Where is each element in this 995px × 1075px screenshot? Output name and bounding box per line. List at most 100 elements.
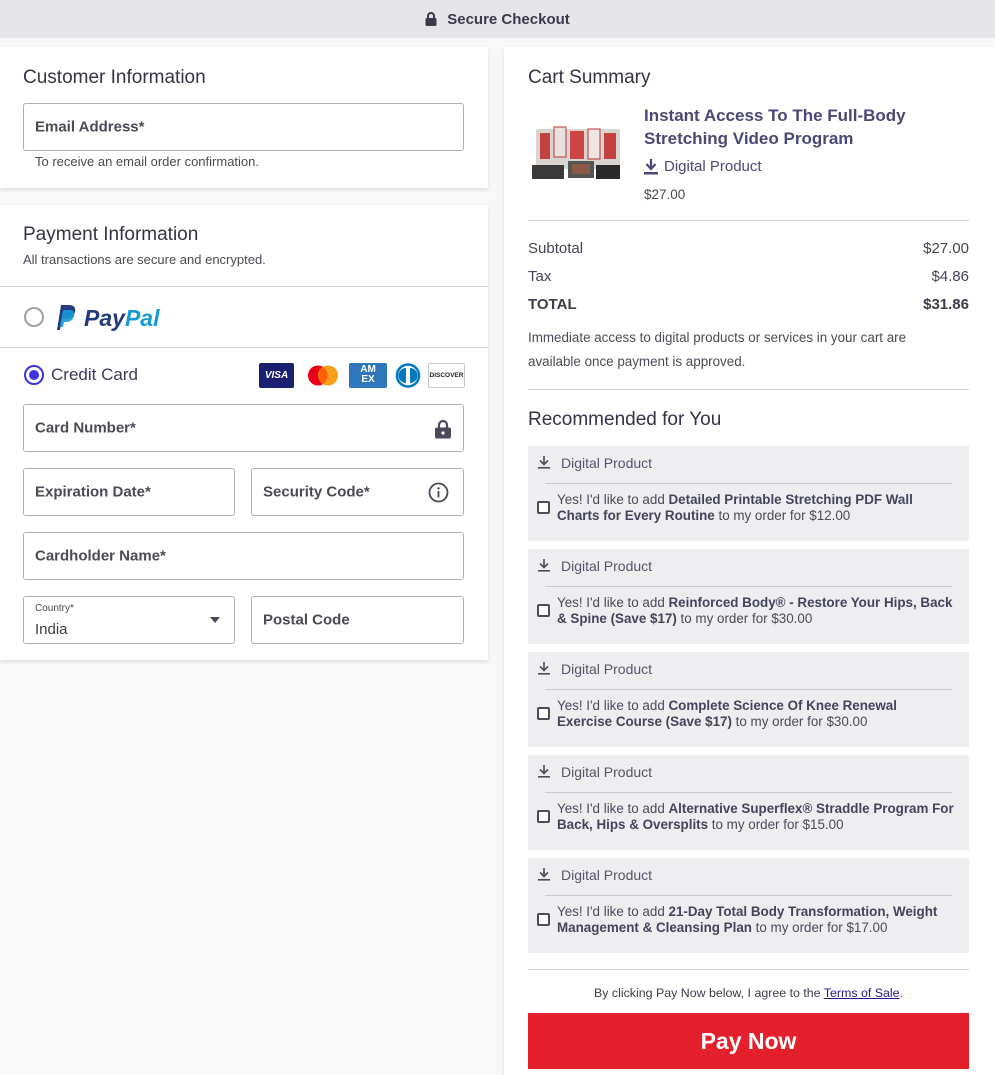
credit-card-radio[interactable] xyxy=(24,365,44,385)
recommendation-tag: Digital Product xyxy=(561,867,653,883)
recommendation-checkbox[interactable] xyxy=(537,604,550,617)
recommendation-prefix: Yes! I'd like to add xyxy=(557,698,669,713)
credit-card-label[interactable]: Credit Card xyxy=(51,365,138,385)
recommendation-suffix: to my order for $12.00 xyxy=(714,508,851,523)
recommendation-prefix: Yes! I'd like to add xyxy=(557,904,669,919)
divider xyxy=(545,586,952,587)
paypal-wordmark: PayPal xyxy=(84,305,159,332)
email-field[interactable]: Email Address* xyxy=(23,103,464,151)
info-icon[interactable] xyxy=(428,482,449,503)
mastercard-icon xyxy=(308,365,338,386)
recommended-heading: Recommended for You xyxy=(528,409,722,430)
subtotal-value: $27.00 xyxy=(923,240,969,257)
total-label: TOTAL xyxy=(528,296,577,313)
paypal-word-pal: Pal xyxy=(124,305,160,331)
email-label: Email Address* xyxy=(35,118,145,136)
country-select[interactable]: Country* India xyxy=(23,596,235,644)
country-value: India xyxy=(35,621,68,638)
paypal-word-pay: Pay xyxy=(84,305,125,331)
divider xyxy=(545,792,952,793)
recommendation-checkbox[interactable] xyxy=(537,913,550,926)
recommendation-tag: Digital Product xyxy=(561,558,653,574)
postal-code-label: Postal Code xyxy=(263,611,350,629)
recommendation-checkbox[interactable] xyxy=(537,810,550,823)
terms-agreement-end: . xyxy=(899,986,903,1000)
expiration-date-field[interactable]: Expiration Date* xyxy=(23,468,235,516)
lock-icon xyxy=(435,419,451,439)
recommendation-item: Digital Product Yes! I'd like to add Deta… xyxy=(528,446,969,541)
recommendation-checkbox[interactable] xyxy=(537,707,550,720)
tax-row: Tax $4.86 xyxy=(528,268,969,285)
download-icon xyxy=(538,662,550,675)
subtotal-label: Subtotal xyxy=(528,240,584,257)
cardholder-name-field[interactable]: Cardholder Name* xyxy=(23,532,464,580)
secure-checkout-title: Secure Checkout xyxy=(447,10,570,28)
country-label: Country* xyxy=(35,603,74,614)
payment-security-note: All transactions are secure and encrypte… xyxy=(23,252,266,267)
visa-icon: VISA xyxy=(259,363,294,388)
terms-of-sale-link[interactable]: Terms of Sale xyxy=(824,986,900,1000)
visa-text: VISA xyxy=(264,370,289,381)
recommendation-suffix: to my order for $30.00 xyxy=(731,714,868,729)
recommendation-suffix: to my order for $17.00 xyxy=(751,920,888,935)
tax-value: $4.86 xyxy=(931,268,969,285)
download-icon xyxy=(538,456,550,469)
total-row: TOTAL $31.86 xyxy=(528,296,969,313)
chevron-down-icon xyxy=(210,617,220,623)
product-price: $27.00 xyxy=(644,187,686,202)
cart-summary-heading: Cart Summary xyxy=(528,67,651,88)
card-number-label: Card Number* xyxy=(35,419,136,437)
terms-agreement: By clicking Pay Now below, I agree to th… xyxy=(528,986,969,1000)
terms-agreement-text: By clicking Pay Now below, I agree to th… xyxy=(593,986,824,1000)
divider xyxy=(528,220,969,221)
paypal-radio[interactable] xyxy=(24,307,44,327)
email-help-text: To receive an email order confirmation. xyxy=(35,154,259,169)
card-number-field[interactable]: Card Number* xyxy=(23,404,464,452)
recommendation-tag: Digital Product xyxy=(561,455,653,471)
download-icon xyxy=(644,159,658,175)
diners-club-icon xyxy=(394,363,422,388)
divider xyxy=(545,483,952,484)
payment-information-heading: Payment Information xyxy=(23,224,199,245)
customer-information-heading: Customer Information xyxy=(23,67,206,88)
recommendation-prefix: Yes! I'd like to add xyxy=(557,801,669,816)
recommendation-text[interactable]: Yes! I'd like to add Alternative Superfl… xyxy=(557,801,955,833)
tax-label: Tax xyxy=(528,268,552,285)
divider xyxy=(528,969,969,970)
recommendation-text[interactable]: Yes! I'd like to add Reinforced Body® - … xyxy=(557,595,955,627)
recommendation-checkbox[interactable] xyxy=(537,501,550,514)
discover-text: DISCOVER xyxy=(429,372,464,379)
recommendation-item: Digital Product Yes! I'd like to add Rein… xyxy=(528,549,969,644)
recommendation-suffix: to my order for $30.00 xyxy=(676,611,813,626)
lock-icon xyxy=(425,12,437,26)
total-value: $31.86 xyxy=(923,296,969,313)
recommendation-prefix: Yes! I'd like to add xyxy=(557,492,669,507)
download-icon xyxy=(538,868,550,881)
recommendation-suffix: to my order for $15.00 xyxy=(708,817,844,832)
recommendation-text[interactable]: Yes! I'd like to add Complete Science Of… xyxy=(557,698,955,730)
recommendation-item: Digital Product Yes! I'd like to add Alte… xyxy=(528,755,969,850)
access-note: Immediate access to digital products or … xyxy=(528,330,907,369)
recommendation-item: Digital Product Yes! I'd like to add Comp… xyxy=(528,652,969,747)
postal-code-field[interactable]: Postal Code xyxy=(251,596,464,644)
divider xyxy=(528,389,969,390)
recommendation-tag: Digital Product xyxy=(561,764,653,780)
security-code-field[interactable]: Security Code* xyxy=(251,468,464,516)
recommendation-prefix: Yes! I'd like to add xyxy=(557,595,669,610)
product-image xyxy=(528,115,626,185)
product-title: Instant Access To The Full-Body Stretchi… xyxy=(644,106,906,148)
pay-now-button[interactable]: Pay Now xyxy=(528,1013,969,1069)
amex-text-bottom: EX xyxy=(361,374,375,385)
discover-icon: DISCOVER xyxy=(428,363,465,388)
expiration-date-label: Expiration Date* xyxy=(35,483,151,501)
download-icon xyxy=(538,559,550,572)
amex-icon: AM EX xyxy=(349,363,387,388)
security-code-label: Security Code* xyxy=(263,483,370,501)
divider xyxy=(545,895,952,896)
recommendation-text[interactable]: Yes! I'd like to add Detailed Printable … xyxy=(557,492,955,524)
paypal-option[interactable]: PayPal xyxy=(0,287,488,347)
divider xyxy=(0,347,488,348)
recommendation-text[interactable]: Yes! I'd like to add 21-Day Total Body T… xyxy=(557,904,955,936)
paypal-icon xyxy=(57,305,76,330)
divider xyxy=(545,689,952,690)
